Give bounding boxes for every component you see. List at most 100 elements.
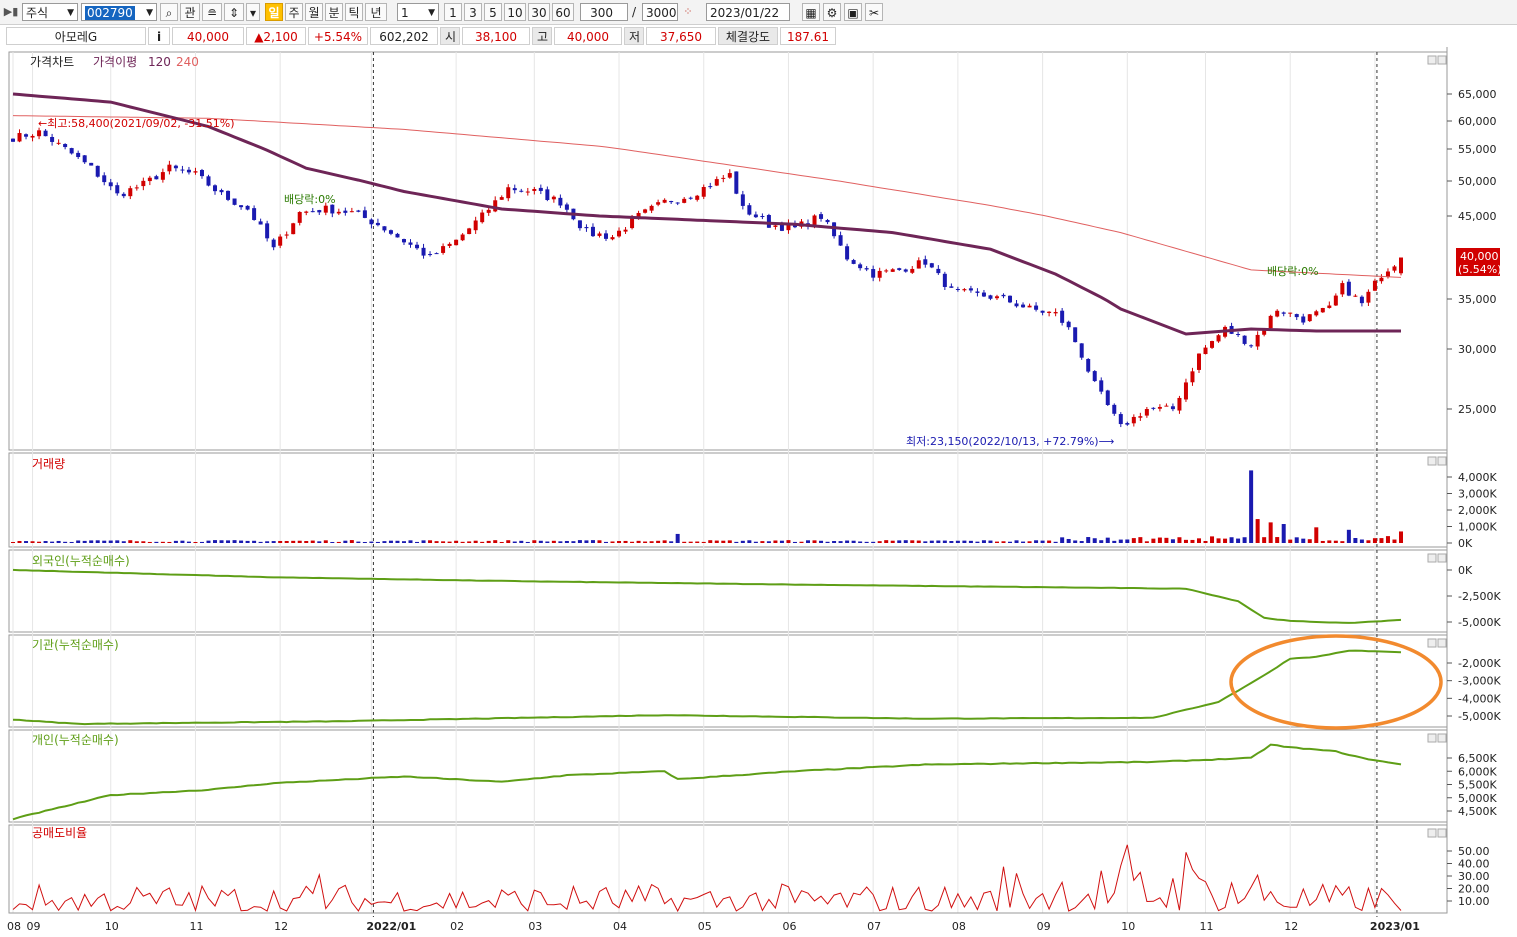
candle	[284, 234, 289, 236]
open-price: 38,100	[462, 27, 530, 45]
candle	[199, 170, 204, 177]
candle	[89, 162, 94, 166]
panel-close-icon[interactable]	[1437, 828, 1447, 838]
candle	[558, 197, 563, 206]
search-button[interactable]: ⌕	[160, 3, 178, 21]
candle	[949, 286, 954, 288]
volume-bar	[343, 540, 348, 543]
volume-bar	[812, 540, 817, 543]
candle	[173, 165, 178, 169]
volume-bar	[258, 541, 263, 543]
volume-bar	[1060, 537, 1065, 543]
panel-close-icon[interactable]	[1437, 733, 1447, 743]
volume-bar	[336, 541, 341, 543]
panel-minimize-icon[interactable]	[1427, 638, 1437, 648]
period-week-button[interactable]: 주	[285, 3, 303, 21]
candle	[278, 236, 283, 246]
candle	[1268, 315, 1273, 329]
period-tick-button[interactable]: 틱	[345, 3, 363, 21]
candle	[512, 188, 517, 191]
panel-minimize-icon[interactable]	[1427, 828, 1437, 838]
chart-settings-button[interactable]: ▦	[802, 3, 820, 21]
interval-30-button[interactable]: 30	[528, 3, 550, 21]
panel-toggle-icon[interactable]: ▶▮	[3, 3, 19, 21]
interval-10-button[interactable]: 10	[504, 3, 526, 21]
candle	[1236, 334, 1241, 336]
x-axis-label: 12	[274, 920, 288, 933]
period-minute-button[interactable]: 분	[325, 3, 343, 21]
volume-bar	[825, 541, 830, 543]
candle	[271, 239, 276, 248]
candle	[1164, 405, 1169, 407]
x-axis-label: 2023/01	[1370, 920, 1420, 933]
high-price: 40,000	[554, 27, 622, 45]
volume-bar	[1236, 538, 1241, 543]
panel-close-icon[interactable]	[1437, 55, 1447, 65]
panel-close-icon[interactable]	[1437, 638, 1447, 648]
interval-60-button[interactable]: 60	[552, 3, 574, 21]
individual-axis-label: 6,500K	[1458, 752, 1497, 765]
candle	[773, 225, 778, 227]
date-input[interactable]: 2023/01/22 ▼	[706, 3, 790, 36]
tools-button[interactable]: ✂	[865, 3, 883, 21]
volume-bar	[1079, 541, 1084, 543]
candle	[819, 214, 824, 219]
interval-value: 1	[401, 6, 409, 20]
candle	[1196, 353, 1201, 370]
panel-minimize-icon[interactable]	[1427, 733, 1437, 743]
market-select[interactable]: 주식 ▼	[22, 3, 78, 21]
more-button[interactable]: ▾	[246, 3, 260, 21]
code-input[interactable]: 002790 ▼	[81, 3, 157, 21]
volume-bar	[538, 540, 543, 543]
candle	[167, 164, 172, 172]
save-button[interactable]: ▣	[844, 3, 862, 21]
panel-close-icon[interactable]	[1437, 456, 1447, 466]
volume-bar	[519, 540, 524, 543]
chart-area[interactable]: 65,000 60,000 55,000 50,000 45,000 35,000 30,0…	[0, 47, 1517, 937]
candle	[1183, 382, 1188, 400]
volume-bar	[89, 540, 94, 543]
panel-minimize-icon[interactable]	[1427, 456, 1437, 466]
updown-button[interactable]: ⇕	[224, 3, 244, 21]
period-year-button[interactable]: 년	[365, 3, 387, 21]
volume-bar	[1210, 536, 1215, 543]
grid-icon[interactable]: ⁘	[680, 3, 696, 21]
volume-bar	[349, 540, 354, 543]
info-button[interactable]: i	[148, 27, 170, 45]
candle	[50, 137, 55, 142]
candle	[1027, 305, 1032, 308]
interval-3-button[interactable]: 3	[464, 3, 482, 21]
period-day-button[interactable]: 일	[265, 3, 283, 21]
candle	[434, 253, 439, 255]
candle	[1040, 310, 1045, 313]
candle	[330, 204, 335, 214]
settings-button[interactable]: ⚙	[823, 3, 841, 21]
candle	[942, 273, 947, 287]
panel-minimize-icon[interactable]	[1427, 55, 1437, 65]
period-month-button[interactable]: 월	[305, 3, 323, 21]
count-input[interactable]: 300	[580, 3, 628, 21]
candle	[1021, 304, 1026, 308]
interval-1-button[interactable]: 1	[444, 3, 462, 21]
volume-bar	[219, 540, 224, 543]
interval-5-button[interactable]: 5	[484, 3, 502, 21]
volume-bar	[173, 540, 178, 543]
candle	[1385, 271, 1390, 278]
panel-close-icon[interactable]	[1437, 553, 1447, 563]
volume-bar	[988, 540, 993, 543]
count-max[interactable]: 3000	[642, 3, 678, 21]
candle	[890, 269, 895, 272]
interval-select[interactable]: 1 ▼	[397, 3, 439, 21]
chart-icon: ▦	[805, 6, 817, 20]
gwan-button[interactable]: 관	[180, 3, 200, 21]
candle	[916, 260, 921, 269]
volume-bar	[467, 541, 472, 543]
favorites-button[interactable]: ≘	[202, 3, 222, 21]
candle	[1073, 327, 1078, 343]
panel-minimize-icon[interactable]	[1427, 553, 1437, 563]
chevron-down-icon: ▼	[428, 8, 435, 18]
candle	[1001, 294, 1006, 297]
chevron-down-icon: ▾	[249, 6, 257, 20]
foreign-axis-label: -5,000K	[1458, 616, 1501, 629]
volume-bar	[278, 540, 283, 543]
